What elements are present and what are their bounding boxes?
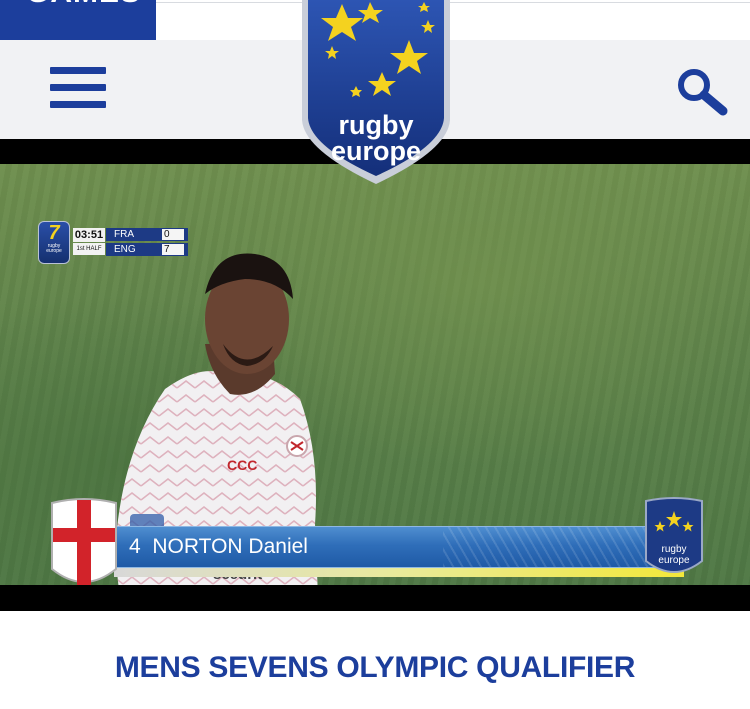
- logo-line2: europe: [331, 136, 421, 166]
- badge-number: 7: [48, 222, 60, 244]
- scorebug: 7 rugby europe 03:51 1st HALF FRA 0 ENG …: [38, 221, 188, 265]
- player-name: NORTON Daniel: [152, 535, 308, 558]
- player-number: 4: [129, 535, 141, 558]
- england-flag-icon: [51, 498, 117, 585]
- player-caption: 4 NORTON Daniel rugby europe: [48, 497, 703, 585]
- caption-logo-line1: rugby: [661, 544, 686, 555]
- home-score: 0: [162, 229, 184, 240]
- search-icon[interactable]: [674, 66, 732, 118]
- home-team: FRA: [114, 229, 134, 240]
- shirt-brand-text: CCC: [227, 457, 257, 473]
- caption-logo-line2: europe: [658, 555, 690, 566]
- match-period: 1st HALF: [73, 243, 105, 255]
- home-team-row: FRA 0: [106, 228, 188, 241]
- rugby-europe-logo[interactable]: rugby europe: [296, 0, 456, 186]
- match-clock: 03:51: [73, 228, 105, 242]
- away-team: ENG: [114, 244, 136, 255]
- rugby-europe-badge-icon: rugby europe: [645, 497, 703, 573]
- games-tab[interactable]: GAMES: [0, 0, 156, 40]
- caption-accent: [114, 568, 684, 577]
- away-team-row: ENG 7: [106, 243, 188, 256]
- hamburger-menu-icon[interactable]: [50, 67, 106, 109]
- tournament-badge: 7 rugby europe: [38, 221, 70, 264]
- article-headline: MENS SEVENS OLYMPIC QUALIFIER: [114, 651, 636, 684]
- games-tab-label: GAMES: [26, 0, 141, 8]
- away-score: 7: [162, 244, 184, 255]
- badge-text-2: europe: [46, 248, 62, 254]
- caption-name: 4 NORTON Daniel: [129, 534, 308, 560]
- video-frame: CCC securit 7 rugby europe 03:51 1st HAL…: [0, 164, 750, 585]
- video-player[interactable]: CCC securit 7 rugby europe 03:51 1st HAL…: [0, 139, 750, 611]
